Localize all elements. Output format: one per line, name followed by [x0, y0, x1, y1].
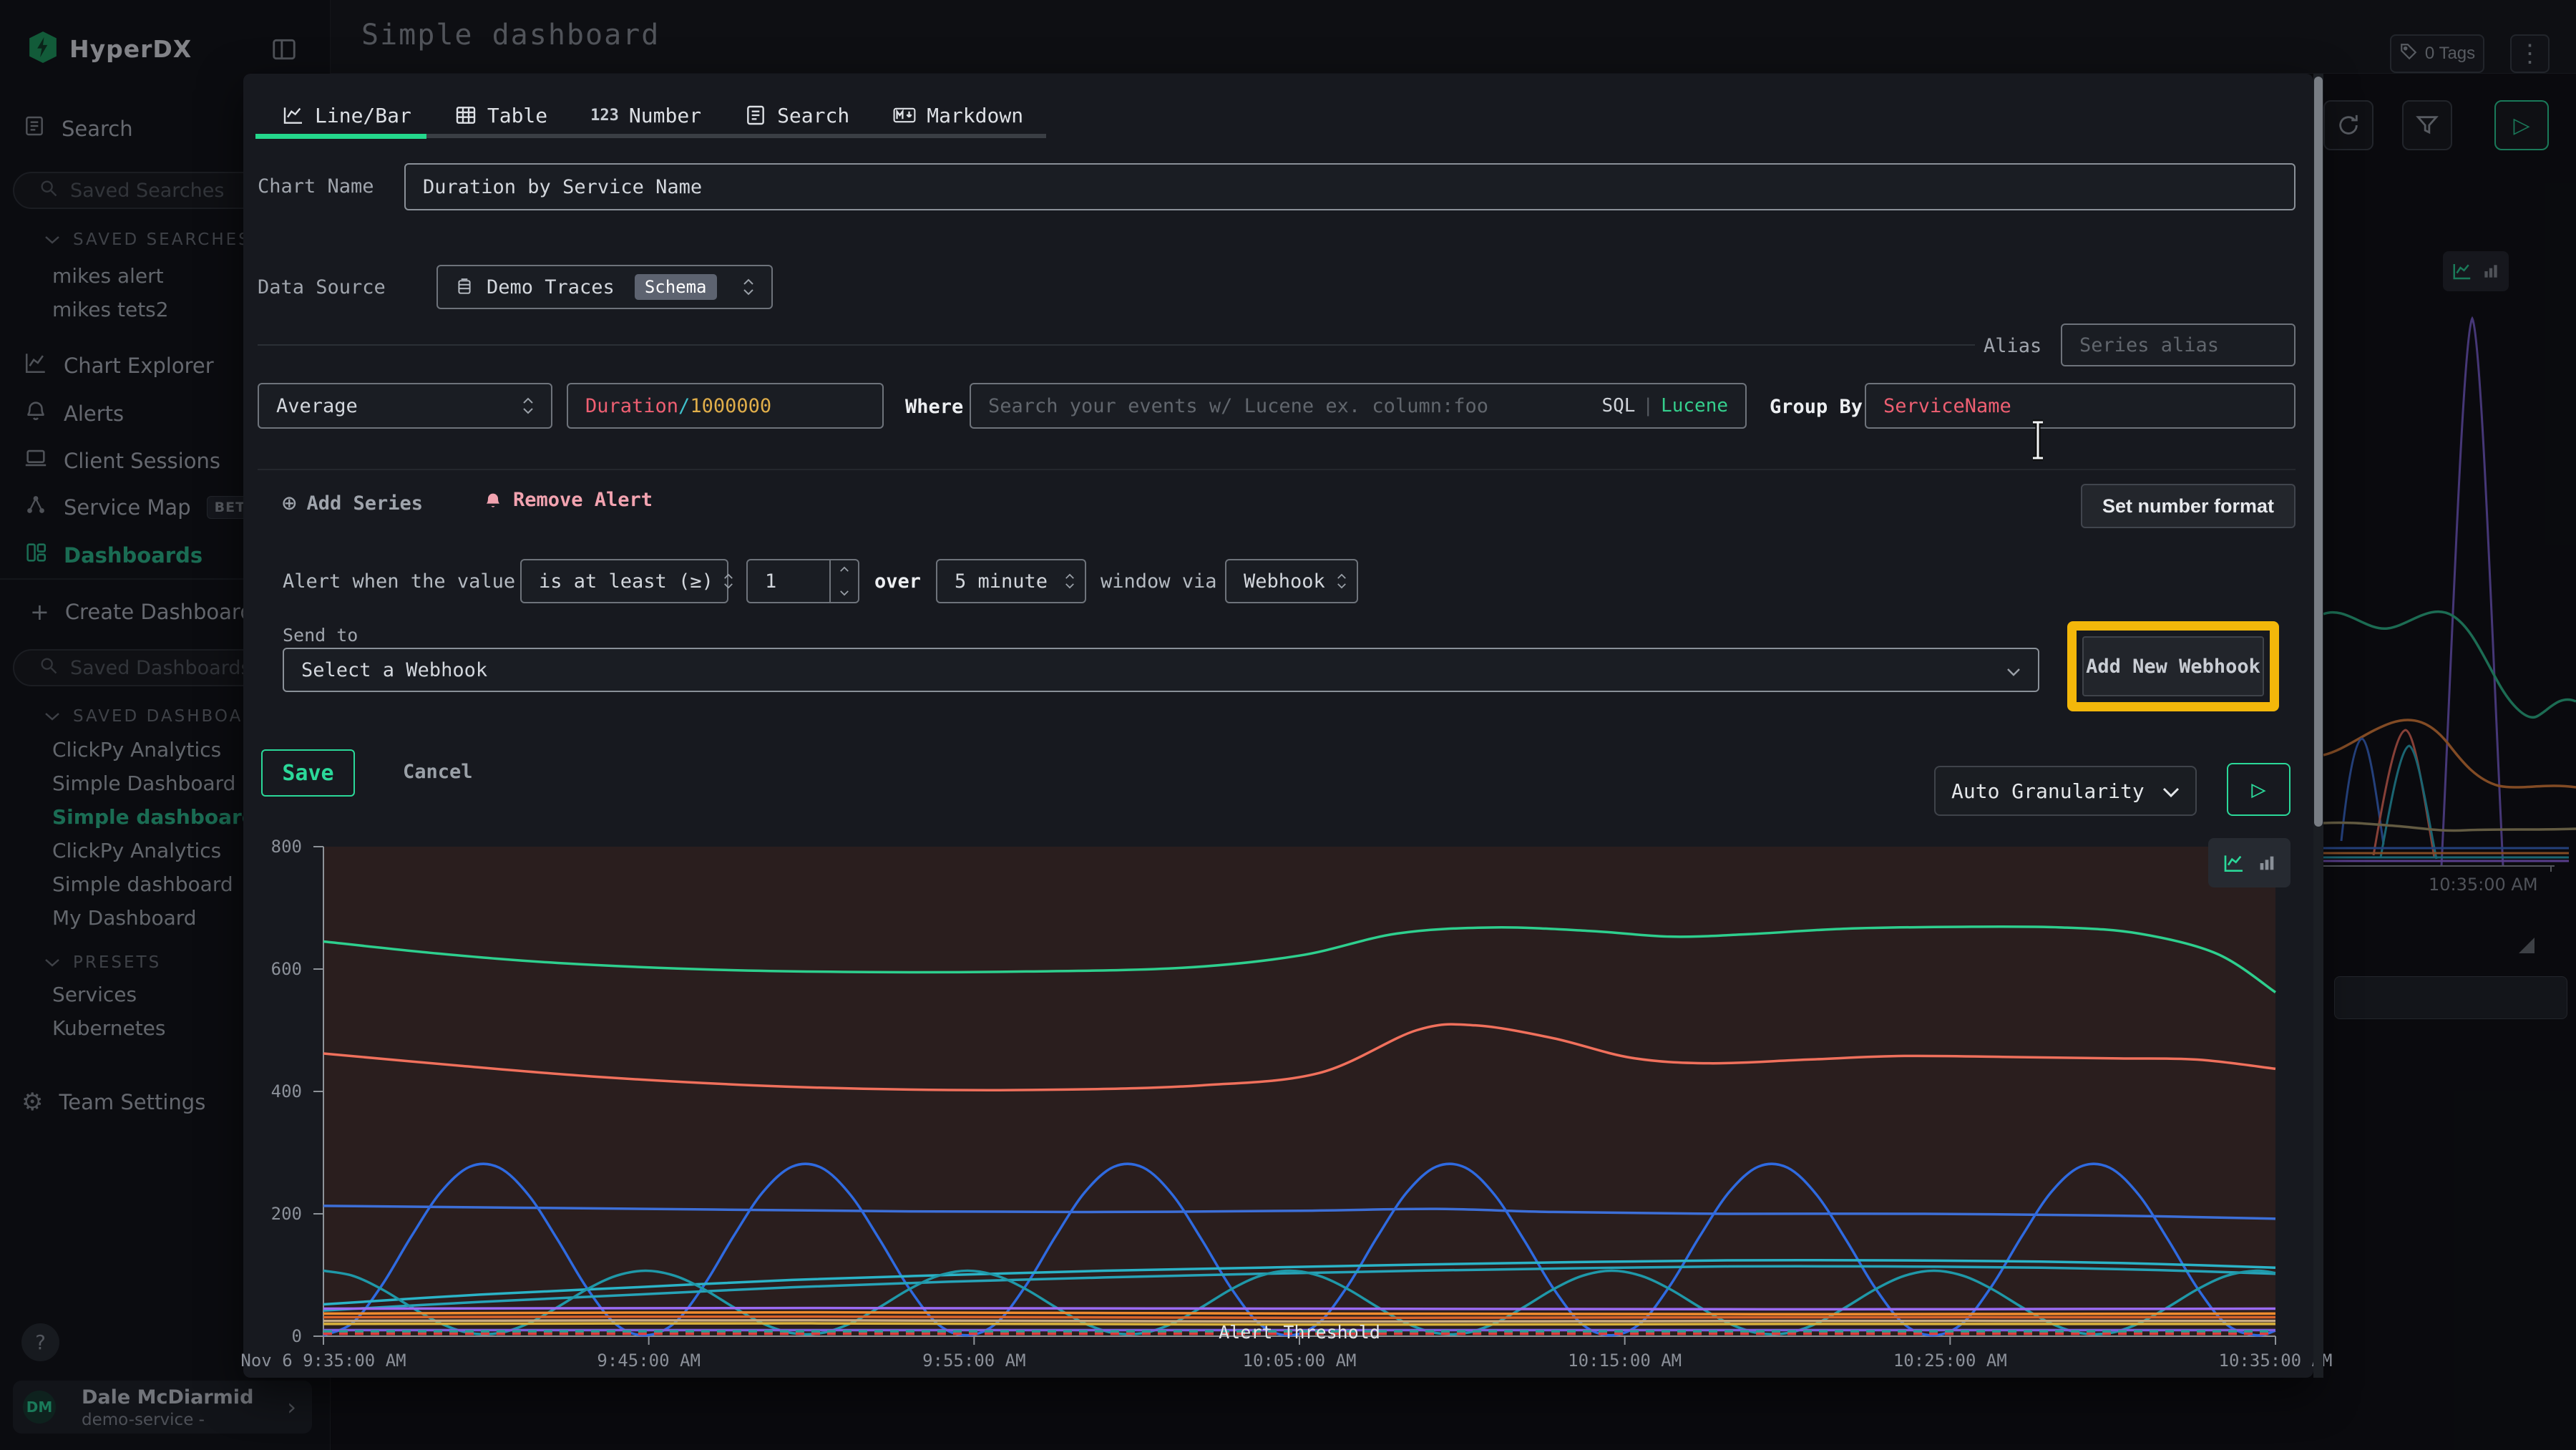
tab-table[interactable]: Table: [454, 90, 547, 140]
save-button[interactable]: Save: [261, 749, 355, 797]
y-tick-label: 800: [245, 837, 302, 857]
x-tick-label: Nov 6 9:35:00 AM: [240, 1351, 406, 1371]
remove-alert-button[interactable]: Remove Alert: [483, 489, 653, 511]
bell-icon: [483, 490, 503, 511]
table-icon: [454, 104, 477, 127]
app-root: Simple dashboard 0 Tags ⋮ HyperDX Search: [0, 0, 2576, 1450]
tab-markdown[interactable]: Markdown: [892, 90, 1023, 140]
data-source-label: Data Source: [258, 276, 386, 298]
add-new-webhook-button[interactable]: Add New Webhook: [2082, 636, 2264, 696]
aggregation-select[interactable]: Average: [258, 383, 552, 429]
alert-channel-select[interactable]: Webhook: [1225, 559, 1358, 603]
x-tick-label: 9:45:00 AM: [597, 1351, 701, 1371]
number-123-icon: 123: [590, 107, 619, 125]
alias-label: Alias: [1984, 335, 2041, 357]
where-search-input[interactable]: Search your events w/ Lucene ex. column:…: [970, 383, 1747, 429]
y-tick-label: 600: [245, 959, 302, 979]
tab-line-bar[interactable]: Line/Bar: [282, 90, 411, 140]
select-chevrons-icon: [713, 573, 733, 589]
chart-type-tabs: Line/Bar Table 123 Number Search Markdow…: [243, 90, 1023, 140]
alert-operator-select[interactable]: is at least (≥): [520, 559, 728, 603]
group-by-input[interactable]: ServiceName: [1865, 383, 2296, 429]
granularity-select[interactable]: Auto Granularity: [1934, 766, 2197, 816]
data-source-select[interactable]: Demo Traces Schema: [436, 265, 773, 309]
series-divider: [258, 469, 2296, 470]
circle-plus-icon: ⊕: [282, 489, 296, 517]
play-icon: ▷: [2251, 775, 2265, 804]
alert-threshold-input[interactable]: 1: [746, 559, 859, 603]
run-preview-button[interactable]: ▷: [2227, 763, 2290, 816]
active-tab-indicator: [255, 134, 426, 139]
add-webhook-highlight: Add New Webhook: [2067, 621, 2279, 711]
chevron-down-icon: [2162, 779, 2180, 803]
y-axis-labels: 0200400600800: [243, 847, 315, 1336]
alias-divider: [258, 344, 1975, 346]
over-label: over: [874, 570, 921, 593]
cancel-button[interactable]: Cancel: [403, 761, 473, 783]
select-chevrons-icon: [1327, 573, 1347, 589]
search-doc-icon: [744, 104, 767, 127]
chart-plot-area: [323, 847, 2275, 1336]
where-label: Where: [905, 396, 963, 418]
y-tick-label: 0: [245, 1326, 302, 1346]
schema-badge: Schema: [635, 274, 717, 300]
edit-chart-modal: Line/Bar Table 123 Number Search Markdow…: [243, 74, 2313, 1378]
chart-name-label: Chart Name: [258, 175, 374, 198]
stepper-down-icon[interactable]: [839, 590, 849, 596]
y-tick-label: 400: [245, 1081, 302, 1101]
bar-chart-icon: [2257, 853, 2277, 873]
alert-threshold-label: Alert Threshold: [1219, 1322, 1380, 1343]
stepper-up-icon[interactable]: [839, 566, 849, 573]
number-stepper[interactable]: [829, 560, 858, 602]
line-chart-icon: [282, 104, 305, 127]
tab-search[interactable]: Search: [744, 90, 849, 140]
select-chevrons-icon: [1055, 573, 1075, 589]
y-tick-label: 200: [245, 1204, 302, 1224]
x-tick-label: 10:05:00 AM: [1243, 1351, 1357, 1371]
set-number-format-button[interactable]: Set number format: [2081, 484, 2296, 528]
window-via-label: window via: [1101, 570, 1217, 593]
line-chart-icon: [2223, 852, 2245, 875]
text-cursor-icon: [2030, 419, 2046, 462]
chart-name-input[interactable]: Duration by Service Name: [404, 163, 2296, 210]
alert-prefix-label: Alert when the value: [283, 570, 515, 593]
webhook-select[interactable]: Select a Webhook: [283, 648, 2039, 692]
x-tick-label: 10:15:00 AM: [1568, 1351, 1682, 1371]
group-by-label: Group By: [1770, 396, 1863, 418]
select-chevrons-icon: [512, 397, 534, 414]
expression-input[interactable]: Duration/1000000: [567, 383, 884, 429]
alert-chart: 0200400600800 Nov 6 9:35:00 AM9:45:00 AM…: [243, 847, 2313, 1379]
chart-type-toggle[interactable]: [2208, 838, 2290, 887]
query-language-toggle[interactable]: SQL|Lucene: [1601, 395, 1728, 417]
alert-window-select[interactable]: 5 minute: [936, 559, 1086, 603]
tab-number[interactable]: 123 Number: [590, 90, 701, 140]
select-chevrons-icon: [733, 278, 754, 296]
add-series-button[interactable]: ⊕ Add Series: [282, 489, 423, 517]
modal-scrollbar[interactable]: [2313, 74, 2323, 1378]
x-tick-label: 10:25:00 AM: [1893, 1351, 2007, 1371]
database-icon: [455, 277, 474, 297]
markdown-icon: [892, 104, 917, 127]
series-alias-input[interactable]: Series alias: [2061, 323, 2296, 366]
scrollbar-thumb[interactable]: [2314, 77, 2323, 827]
chart-plot-svg: [323, 847, 2275, 1336]
send-to-label: Send to: [283, 625, 358, 646]
chevron-down-icon: [2006, 659, 2021, 681]
x-tick-label: 9:55:00 AM: [922, 1351, 1026, 1371]
